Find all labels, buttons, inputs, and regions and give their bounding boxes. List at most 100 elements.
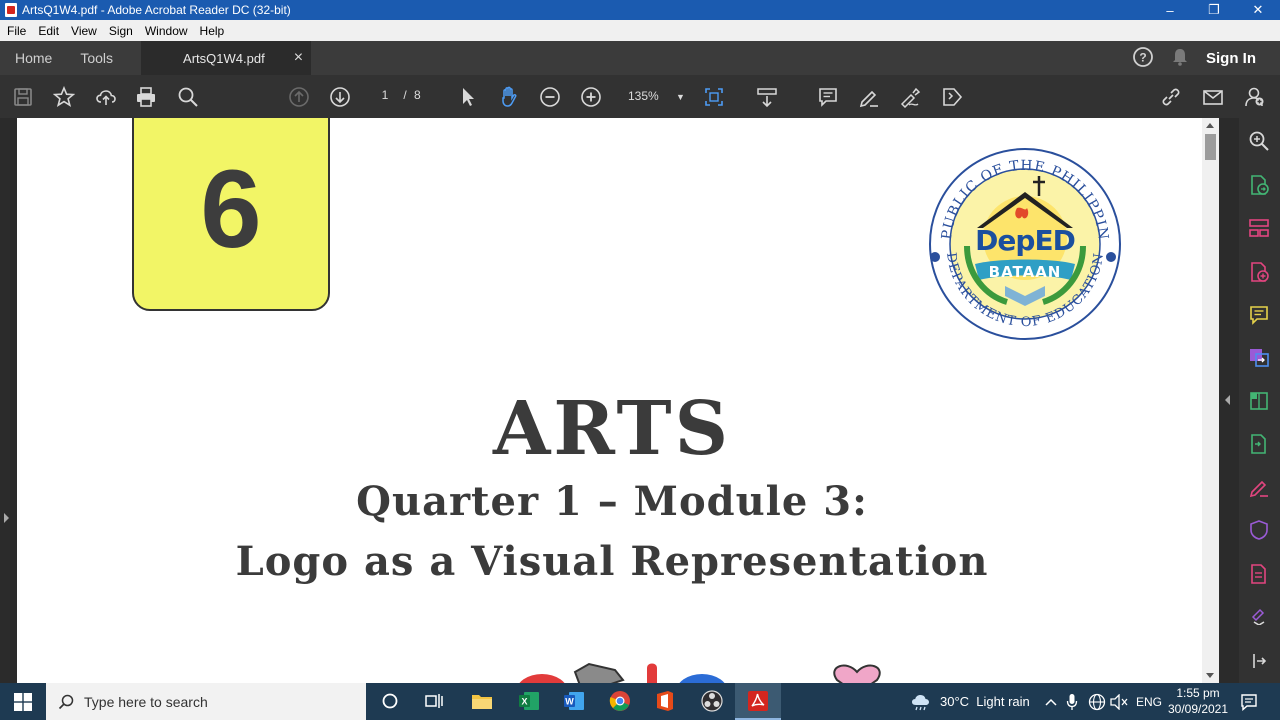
expand-left-panel-icon[interactable] — [4, 513, 9, 523]
menu-help[interactable]: Help — [194, 24, 231, 38]
scroll-thumb[interactable] — [1205, 134, 1216, 160]
close-button[interactable]: ✕ — [1236, 0, 1280, 20]
tab-tools[interactable]: Tools — [66, 50, 127, 66]
scroll-up-arrow-icon[interactable] — [1206, 123, 1214, 128]
vertical-scrollbar[interactable] — [1202, 118, 1219, 683]
chrome-icon[interactable] — [607, 688, 633, 714]
fit-page-icon[interactable] — [703, 86, 725, 108]
excel-icon[interactable]: X — [516, 688, 542, 714]
next-page-icon[interactable] — [329, 86, 351, 108]
module-subtitle: Quarter 1 – Module 3: — [356, 478, 868, 525]
input-language-indicator[interactable]: ENG — [1136, 683, 1162, 720]
tab-document[interactable]: ArtsQ1W4.pdf × — [141, 41, 312, 75]
document-page: 6 REPUBLIC OF THE PHILIPPINES DEPARTMENT… — [17, 118, 1202, 683]
start-button[interactable] — [0, 683, 46, 720]
highlight-pen-icon[interactable] — [858, 86, 880, 108]
zoom-out-icon[interactable] — [539, 86, 561, 108]
module-topic: Logo as a Visual Representation — [235, 538, 989, 585]
page-separator: / — [403, 88, 407, 102]
rain-cloud-icon — [912, 694, 929, 710]
right-panel-toggle-strip — [1219, 118, 1239, 683]
create-pdf-icon[interactable] — [1248, 261, 1270, 283]
volume-muted-icon[interactable] — [1110, 683, 1128, 720]
tab-close-icon[interactable]: × — [294, 49, 303, 67]
print-icon[interactable] — [135, 86, 157, 108]
total-pages: 8 — [414, 88, 421, 102]
sign-in-button[interactable]: Sign In — [1206, 50, 1256, 67]
select-cursor-icon[interactable] — [457, 86, 479, 108]
file-explorer-icon[interactable] — [469, 688, 495, 714]
show-hidden-icons-chevron-up-icon[interactable] — [1044, 683, 1058, 720]
current-page-input[interactable]: 1 — [376, 88, 394, 102]
page-indicator: 1 / 8 — [376, 88, 421, 102]
hand-tool-icon[interactable] — [498, 86, 520, 108]
network-globe-icon[interactable] — [1088, 683, 1106, 720]
search-icon[interactable] — [177, 86, 199, 108]
left-panel-collapsed — [0, 118, 17, 683]
menu-view[interactable]: View — [65, 24, 103, 38]
cortana-icon[interactable] — [377, 688, 403, 714]
help-icon[interactable]: ? — [1132, 46, 1154, 71]
organize-pages-icon[interactable] — [1248, 217, 1270, 239]
previous-page-icon[interactable] — [288, 86, 310, 108]
tab-home[interactable]: Home — [0, 50, 66, 66]
scroll-mode-icon[interactable] — [756, 86, 778, 108]
grade-badge: 6 — [132, 118, 330, 311]
zoom-level-dropdown[interactable]: 135% ▼ — [628, 89, 685, 103]
collapse-pane-icon[interactable] — [1248, 650, 1270, 672]
office-icon[interactable] — [652, 688, 678, 714]
svg-text:BATAAN: BATAAN — [989, 263, 1062, 281]
email-icon[interactable] — [1202, 86, 1224, 108]
deped-seal-logo: REPUBLIC OF THE PHILIPPINES DEPARTMENT O… — [927, 146, 1121, 340]
upload-cloud-icon[interactable] — [95, 86, 117, 108]
acrobat-taskbar-button[interactable] — [735, 683, 781, 720]
notification-bell-icon[interactable] — [1170, 47, 1190, 70]
sign-pen-icon[interactable] — [899, 86, 921, 108]
window-title: ArtsQ1W4.pdf - Adobe Acrobat Reader DC (… — [22, 3, 291, 17]
send-for-review-icon[interactable] — [1248, 433, 1270, 455]
menu-edit[interactable]: Edit — [32, 24, 65, 38]
menu-window[interactable]: Window — [139, 24, 194, 38]
expand-right-panel-icon[interactable] — [1225, 395, 1230, 405]
svg-text:X: X — [521, 697, 527, 707]
tab-document-label: ArtsQ1W4.pdf — [183, 50, 265, 66]
weather-widget[interactable]: 30°C Light rain — [910, 683, 1030, 720]
protect-shield-icon[interactable] — [1248, 519, 1270, 541]
combine-files-icon[interactable] — [1248, 346, 1270, 368]
obs-studio-icon[interactable] — [699, 688, 725, 714]
edit-pdf-icon[interactable] — [1248, 563, 1270, 585]
chevron-down-icon: ▼ — [676, 92, 685, 102]
maximize-button[interactable]: ❐ — [1192, 0, 1236, 20]
word-icon[interactable]: W — [561, 688, 587, 714]
comment-tool-icon[interactable] — [1248, 304, 1270, 326]
minimize-button[interactable]: – — [1148, 0, 1192, 20]
share-tag-icon[interactable] — [941, 86, 963, 108]
title-bar: ArtsQ1W4.pdf - Adobe Acrobat Reader DC (… — [0, 0, 1280, 20]
zoom-in-icon[interactable] — [580, 86, 602, 108]
zoom-search-icon[interactable] — [1248, 130, 1270, 152]
bookmark-star-icon[interactable] — [53, 86, 75, 108]
clock-time: 1:55 pm — [1176, 686, 1220, 700]
taskbar-search-box[interactable]: Type here to search — [46, 683, 366, 720]
task-view-icon[interactable] — [421, 688, 447, 714]
tab-bar: Home Tools ArtsQ1W4.pdf × ? Sign In — [0, 41, 1280, 75]
export-pdf-icon[interactable] — [1248, 174, 1270, 196]
save-icon[interactable] — [12, 86, 34, 108]
add-user-icon[interactable] — [1243, 86, 1265, 108]
microphone-icon[interactable] — [1066, 683, 1078, 720]
cover-illustration-partial — [519, 662, 881, 683]
system-clock[interactable]: 1:55 pm 30/09/2021 — [1166, 685, 1230, 717]
comment-icon[interactable] — [817, 86, 839, 108]
compress-pdf-icon[interactable] — [1248, 390, 1270, 412]
action-center-notification-icon[interactable] — [1240, 683, 1258, 720]
more-tools-icon[interactable] — [1248, 603, 1270, 626]
menu-file[interactable]: File — [0, 24, 32, 38]
fill-and-sign-icon[interactable] — [1248, 476, 1270, 498]
scroll-down-arrow-icon[interactable] — [1206, 673, 1214, 678]
acrobat-app-icon — [5, 3, 17, 17]
clock-date: 30/09/2021 — [1167, 702, 1229, 716]
windows-logo-icon — [14, 692, 32, 711]
acrobat-reader-icon — [748, 690, 768, 711]
link-icon[interactable] — [1160, 86, 1182, 108]
menu-sign[interactable]: Sign — [103, 24, 139, 38]
